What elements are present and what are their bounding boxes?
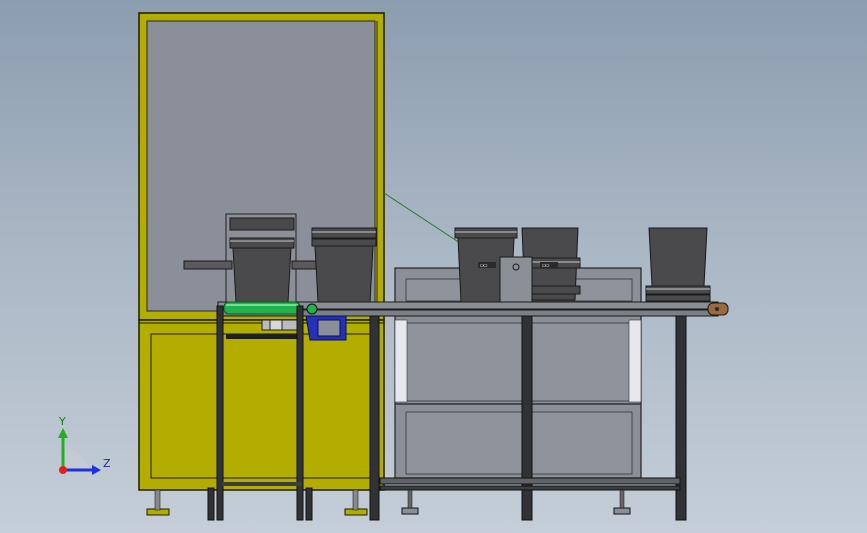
- bucket-2[interactable]: [311, 227, 377, 303]
- leader-line: [383, 192, 461, 244]
- assembly-drawing: ▭▭ ▭▭ Y Z: [58, 12, 729, 521]
- axis-z-label: Z: [103, 457, 111, 470]
- cabinet-door: [150, 333, 372, 479]
- bucket-tag-label: ▭▭: [542, 262, 550, 269]
- bucket-tag-label: ▭▭: [480, 262, 488, 269]
- bucket-5[interactable]: [645, 227, 711, 302]
- axis-y-label: Y: [58, 415, 66, 428]
- green-roller[interactable]: [223, 301, 301, 315]
- cad-viewport[interactable]: ▭▭ ▭▭ Y Z: [0, 0, 867, 533]
- coordinate-triad-icon: Y Z: [58, 415, 111, 475]
